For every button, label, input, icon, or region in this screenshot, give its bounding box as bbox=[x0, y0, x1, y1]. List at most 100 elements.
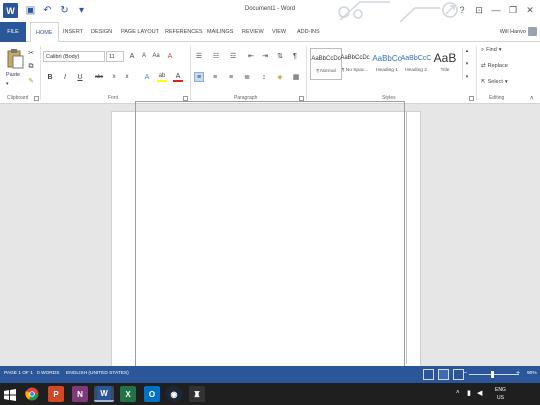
subscript-button[interactable]: x bbox=[109, 72, 119, 82]
change-case-button[interactable]: Aa bbox=[151, 51, 161, 61]
tab-insert[interactable]: INSERT bbox=[63, 22, 83, 42]
styles-scroll[interactable]: ▴ ▾ ▾ bbox=[462, 48, 471, 80]
chrome-icon[interactable] bbox=[24, 386, 40, 402]
align-right-icon[interactable]: ≡ bbox=[226, 72, 236, 82]
tab-add-ins[interactable]: ADD-INS bbox=[297, 22, 320, 42]
paste-dropdown-icon[interactable]: ▾ bbox=[6, 81, 9, 87]
cut-icon[interactable]: ✂ bbox=[26, 48, 36, 58]
decrease-indent-icon[interactable]: ⇤ bbox=[246, 51, 256, 61]
bullets-icon[interactable]: ☰ bbox=[194, 51, 204, 61]
paste-icon[interactable] bbox=[6, 48, 24, 70]
grow-font-button[interactable]: A bbox=[127, 51, 137, 61]
style-normal-preview: AaBbCcDc bbox=[311, 56, 341, 62]
increase-indent-icon[interactable]: ⇥ bbox=[260, 51, 270, 61]
font-size-select[interactable]: 11 bbox=[106, 51, 124, 62]
clear-formatting-button[interactable]: A bbox=[165, 51, 175, 61]
superscript-button[interactable]: x bbox=[122, 72, 132, 82]
highlight-button[interactable]: ab bbox=[157, 72, 167, 82]
borders-icon[interactable]: ▦ bbox=[291, 72, 301, 82]
multilevel-list-icon[interactable]: ☲ bbox=[228, 51, 238, 61]
input-language[interactable]: ENG bbox=[495, 387, 506, 393]
volume-icon[interactable]: ◀ bbox=[477, 389, 482, 397]
find-button[interactable]: ⌕ Find ▾ bbox=[481, 47, 502, 54]
app-icon[interactable]: ♜ bbox=[189, 386, 205, 402]
help-button[interactable]: ? bbox=[455, 3, 469, 17]
strikethrough-button[interactable]: abc bbox=[93, 72, 105, 82]
more-styles-icon[interactable]: ▾ bbox=[466, 74, 469, 80]
font-color-button[interactable]: A bbox=[173, 72, 183, 82]
zoom-in-button[interactable]: + bbox=[516, 370, 520, 377]
shrink-font-button[interactable]: A bbox=[139, 51, 149, 61]
clipboard-launcher-icon[interactable] bbox=[34, 96, 39, 101]
tab-review[interactable]: REVIEW bbox=[242, 22, 264, 42]
tab-home[interactable]: HOME bbox=[30, 22, 59, 43]
bold-button[interactable]: B bbox=[45, 72, 55, 82]
avatar[interactable] bbox=[528, 27, 537, 36]
tab-page-layout[interactable]: PAGE LAYOUT bbox=[121, 22, 159, 42]
restore-button[interactable]: ❐ bbox=[506, 3, 520, 17]
circuit-decoration-icon bbox=[338, 1, 458, 22]
windows-start-icon[interactable] bbox=[4, 388, 16, 401]
italic-button[interactable]: I bbox=[60, 72, 70, 82]
style-title-label: Title bbox=[440, 68, 450, 73]
sort-icon[interactable]: ⇅ bbox=[275, 51, 285, 61]
tab-design[interactable]: DESIGN bbox=[91, 22, 112, 42]
tray-expand-icon[interactable]: ˄ bbox=[456, 390, 460, 396]
copy-icon[interactable]: ⧉ bbox=[26, 62, 36, 72]
style-no-spacing-preview: AaBbCcDc bbox=[340, 55, 370, 61]
style-heading-1-preview: AaBbCc bbox=[372, 53, 402, 63]
select-icon: ⇱ bbox=[481, 79, 486, 85]
style-title[interactable]: AaB Title bbox=[429, 48, 461, 80]
tab-references[interactable]: REFERENCES bbox=[165, 22, 203, 42]
zoom-slider[interactable] bbox=[469, 374, 519, 375]
style-normal[interactable]: AaBbCcDc ¶ Normal bbox=[310, 48, 342, 80]
tab-view[interactable]: VIEW bbox=[272, 22, 286, 42]
input-region[interactable]: US bbox=[497, 395, 504, 401]
styles-launcher-icon[interactable] bbox=[469, 96, 474, 101]
style-no-spacing-label: ¶ No Spac... bbox=[341, 68, 369, 73]
text-effects-button[interactable]: A bbox=[142, 72, 152, 82]
print-layout-icon[interactable] bbox=[438, 369, 449, 380]
paste-button[interactable]: Paste bbox=[6, 72, 20, 78]
language-indicator[interactable]: ENGLISH (UNITED STATES) bbox=[66, 371, 129, 376]
style-heading-2[interactable]: AaBbCcC Heading 2 bbox=[400, 48, 432, 80]
numbering-icon[interactable]: ☷ bbox=[211, 51, 221, 61]
selection-outline bbox=[135, 101, 405, 385]
underline-button[interactable]: U bbox=[75, 72, 85, 82]
excel-icon[interactable]: X bbox=[120, 386, 136, 402]
replace-button[interactable]: ⇄ Replace bbox=[481, 63, 508, 69]
font-family-select[interactable]: Calibri (Body) bbox=[43, 51, 105, 62]
zoom-level[interactable]: 90% bbox=[527, 371, 537, 376]
outlook-icon[interactable]: O bbox=[144, 386, 160, 402]
collapse-ribbon-icon[interactable]: ˄ bbox=[530, 96, 534, 102]
show-formatting-button[interactable]: ¶ bbox=[290, 51, 300, 61]
shading-icon[interactable]: ◈ bbox=[275, 72, 285, 82]
minimize-button[interactable]: — bbox=[489, 3, 503, 17]
zoom-out-button[interactable]: − bbox=[463, 370, 467, 377]
style-heading-1-label: Heading 1 bbox=[376, 68, 398, 73]
style-no-spacing[interactable]: AaBbCcDc ¶ No Spac... bbox=[339, 48, 371, 80]
close-button[interactable]: ✕ bbox=[523, 3, 537, 17]
word-count[interactable]: 0 WORDS bbox=[37, 371, 59, 376]
read-mode-icon[interactable] bbox=[423, 369, 434, 380]
word-taskbar-icon[interactable]: W bbox=[94, 386, 114, 402]
align-left-icon[interactable]: ≡ bbox=[194, 72, 204, 82]
chevron-up-icon[interactable]: ▴ bbox=[466, 48, 469, 54]
style-heading-1[interactable]: AaBbCc Heading 1 bbox=[371, 48, 403, 80]
steam-icon[interactable]: ◉ bbox=[166, 386, 182, 402]
ribbon-display-icon[interactable]: ⊡ bbox=[472, 3, 486, 17]
format-painter-icon[interactable]: ✎ bbox=[26, 76, 36, 86]
user-name[interactable]: Will Hanvo bbox=[500, 29, 526, 35]
tab-mailings[interactable]: MAILINGS bbox=[207, 22, 233, 42]
zoom-slider-thumb[interactable] bbox=[491, 371, 494, 378]
chevron-down-icon[interactable]: ▾ bbox=[466, 61, 469, 67]
tab-file[interactable]: FILE bbox=[0, 22, 26, 42]
align-center-icon[interactable]: ≡ bbox=[210, 72, 220, 82]
page-count[interactable]: PAGE 1 OF 1 bbox=[4, 371, 33, 376]
powerpoint-icon[interactable]: P bbox=[48, 386, 64, 402]
select-button[interactable]: ⇱ Select ▾ bbox=[481, 79, 508, 85]
justify-icon[interactable]: ≣ bbox=[242, 72, 252, 82]
network-icon[interactable]: ▮ bbox=[467, 389, 471, 397]
onenote-icon[interactable]: N bbox=[72, 386, 88, 402]
line-spacing-icon[interactable]: ↕ bbox=[259, 72, 269, 82]
